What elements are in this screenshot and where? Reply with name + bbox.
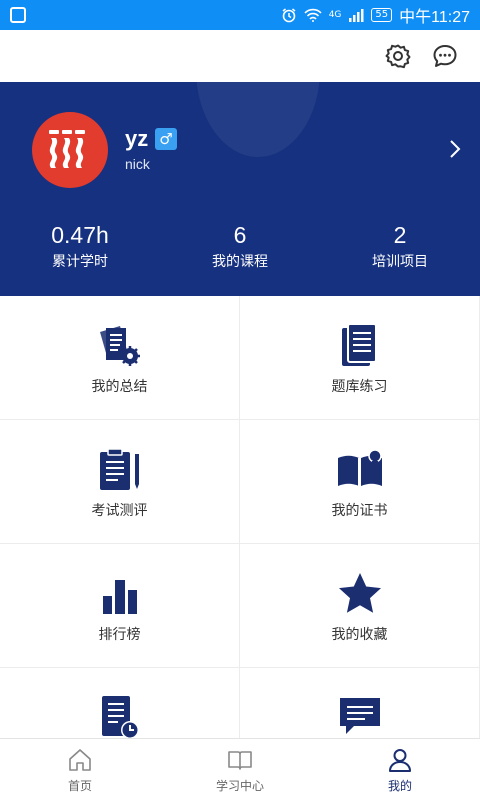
tab-label: 学习中心 (215, 779, 264, 793)
menu-item-label: 我的总结 (91, 379, 148, 395)
menu-item-ranking[interactable]: 排行榜 (0, 544, 240, 668)
stat-label: 培训项目 (372, 254, 428, 270)
book-icon (228, 751, 252, 770)
battery-indicator: 55 (371, 8, 393, 22)
menu-item-messages[interactable] (240, 668, 480, 738)
stats-row: 0.47h 累计学时 6 我的课程 2 培训项目 (0, 220, 480, 272)
certificate-book-icon (337, 449, 382, 486)
top-toolbar (0, 30, 480, 82)
stat-value: 2 (393, 222, 407, 248)
menu-item-records[interactable] (0, 668, 240, 738)
stat-training-projects[interactable]: 2 培训项目 (320, 220, 480, 272)
network-type: 4G (328, 10, 342, 20)
avatar[interactable] (32, 112, 108, 188)
tab-learning-center[interactable]: 学习中心 (160, 739, 320, 800)
menu-item-favorites[interactable]: 我的收藏 (240, 544, 480, 668)
question-bank-icon (341, 323, 377, 366)
exam-clipboard-icon (99, 448, 139, 490)
username: yz (125, 126, 149, 151)
tab-mine[interactable]: 我的 (320, 739, 480, 800)
summary-docs-icon (99, 326, 140, 366)
profile-header[interactable]: yz ♂ nick 0.47h 累计学时 6 我的课程 2 培训项目 (0, 82, 480, 296)
bottom-nav: 首页 学习中心 我的 (0, 738, 480, 800)
app-notification-icon (10, 7, 26, 23)
menu-item-certificate[interactable]: 我的证书 (240, 420, 480, 544)
stat-value: 0.47h (51, 222, 109, 248)
nickname: nick (125, 156, 150, 172)
clock: 中午11:27 (399, 9, 470, 26)
male-gender-icon: ♂ (155, 128, 177, 150)
home-icon (69, 749, 91, 771)
stat-my-courses[interactable]: 6 我的课程 (160, 220, 320, 272)
menu-item-exam[interactable]: 考试测评 (0, 420, 240, 544)
menu-item-label: 题库练习 (331, 379, 388, 395)
ranking-bars-icon (102, 580, 137, 614)
menu-item-question-bank[interactable]: 题库练习 (240, 296, 480, 420)
star-icon (338, 573, 381, 613)
document-clock-icon (101, 696, 139, 738)
menu-item-label: 排行榜 (98, 627, 141, 643)
avatar-logo-icon (49, 130, 85, 168)
menu-item-label: 我的证书 (331, 503, 388, 519)
menu-item-summary[interactable]: 我的总结 (0, 296, 240, 420)
tab-home[interactable]: 首页 (0, 739, 160, 800)
menu-item-label: 我的收藏 (331, 627, 388, 643)
stat-study-hours[interactable]: 0.47h 累计学时 (0, 220, 160, 272)
chevron-right-icon[interactable] (448, 138, 462, 160)
menu-item-label: 考试测评 (91, 503, 148, 519)
cell-signal-icon (349, 9, 364, 22)
status-bar: 4G 55 中午11:27 (0, 0, 480, 30)
feature-grid: 我的总结 题库练习 考试测评 我的证书 排行榜 我的收藏 (0, 296, 480, 738)
stat-label: 累计学时 (52, 254, 108, 270)
tab-label: 首页 (67, 779, 92, 793)
stat-value: 6 (233, 222, 247, 248)
stat-label: 我的课程 (212, 254, 268, 270)
message-icon (339, 698, 380, 734)
alarm-icon (282, 8, 296, 23)
chat-bubble-icon[interactable] (431, 42, 459, 70)
tab-label: 我的 (387, 779, 412, 793)
user-icon (389, 749, 411, 772)
gear-icon[interactable] (384, 42, 412, 70)
wifi-icon (304, 8, 322, 22)
decorative-circle (196, 82, 320, 157)
